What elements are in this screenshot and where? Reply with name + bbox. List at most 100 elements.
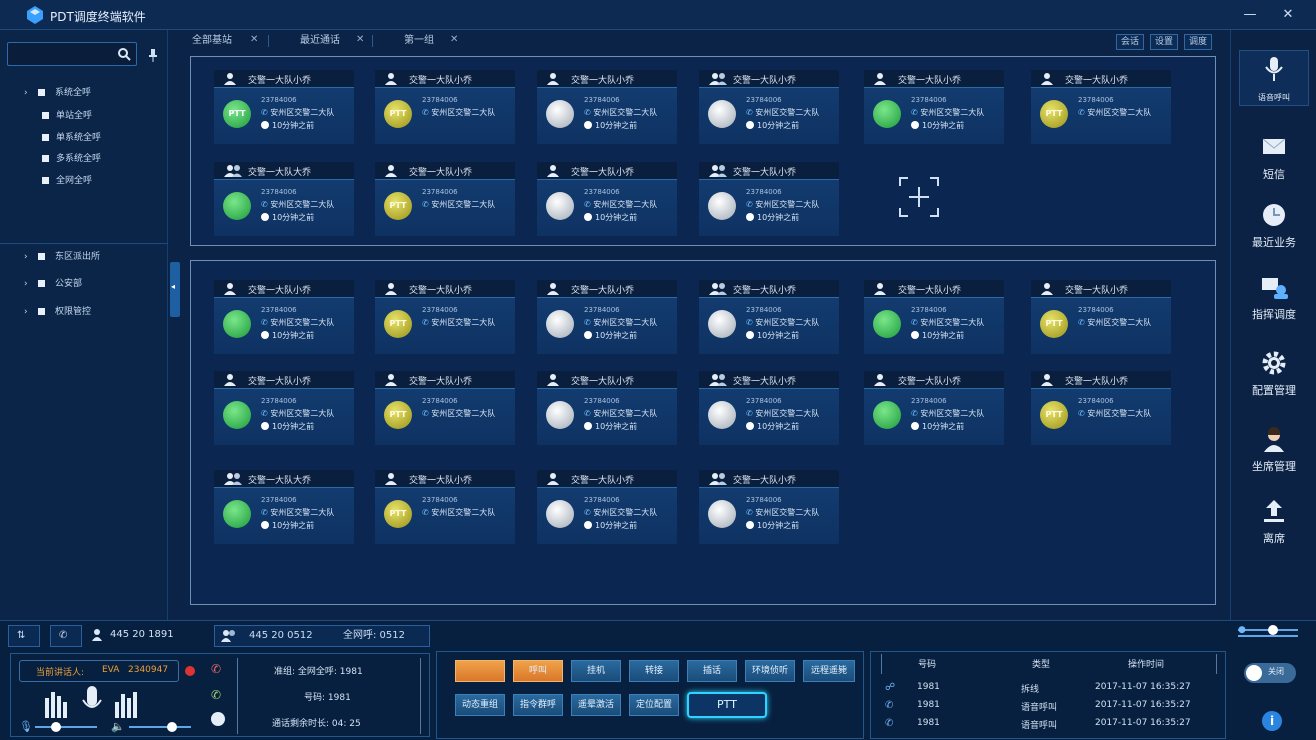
answer-icon[interactable]: ✆ [211, 688, 221, 702]
status-ball-icon[interactable] [873, 100, 901, 128]
member-card[interactable]: 交警一大队小乔 23784006 ✆ 安州区交警二大队 10分钟之前 [864, 70, 1004, 144]
hangup-icon[interactable]: ✆ [211, 662, 221, 676]
status-ball-icon[interactable]: PTT [384, 310, 412, 338]
command-group-call-button[interactable]: 指令群呼 [513, 694, 563, 716]
checkbox[interactable] [42, 112, 49, 119]
remote-kill-button[interactable]: 远程遥毙 [803, 660, 855, 682]
member-card[interactable]: 交警一大队大乔 23784006 ✆ 安州区交警二大队 10分钟之前 [214, 470, 354, 544]
member-card[interactable]: 交警一大队小乔 PTT 23784006 ✆ 安州区交警二大队 [1031, 70, 1171, 144]
member-card[interactable]: 交警一大队小乔 23784006 ✆ 安州区交警二大队 10分钟之前 [699, 162, 839, 236]
member-card[interactable]: 交警一大队小乔 23784006 ✆ 安州区交警二大队 10分钟之前 [537, 371, 677, 445]
settings-button[interactable]: 设置 [1150, 34, 1178, 50]
tab-all-stations[interactable]: 全部基站 [192, 32, 232, 50]
nav-leave-seat[interactable]: 离席 [1231, 496, 1316, 566]
close-icon[interactable]: ✕ [250, 34, 258, 45]
checkbox[interactable] [38, 89, 45, 96]
stun-activate-button[interactable]: 遥晕激活 [571, 694, 621, 716]
tree-group[interactable]: › 公安部 [0, 274, 168, 294]
tree-group[interactable]: › 东区派出所 [0, 247, 168, 267]
add-card-icon[interactable] [898, 176, 940, 218]
member-card[interactable]: 交警一大队小乔 23784006 ✆ 安州区交警二大队 10分钟之前 [537, 162, 677, 236]
status-ball-icon[interactable]: PTT [1040, 310, 1068, 338]
hangup-button[interactable]: 挂机 [571, 660, 621, 682]
status-ball-icon[interactable]: PTT [384, 192, 412, 220]
checkbox[interactable] [38, 308, 45, 315]
status-ball-icon[interactable] [546, 192, 574, 220]
checkbox[interactable] [42, 155, 49, 162]
pin-icon[interactable] [148, 48, 158, 62]
nav-sms[interactable]: 短信 [1231, 132, 1316, 202]
tree-group[interactable]: › 权限管控 [0, 302, 168, 322]
status-ball-icon[interactable]: PTT [384, 500, 412, 528]
member-card[interactable]: 交警一大队小乔 PTT 23784006 ✆ 安州区交警二大队 [375, 371, 515, 445]
nav-agent-management[interactable]: 坐席管理 [1231, 424, 1316, 494]
close-icon[interactable]: ✕ [450, 34, 458, 45]
status-ball-icon[interactable] [708, 500, 736, 528]
member-card[interactable]: 交警一大队小乔 23784006 ✆ 安州区交警二大队 10分钟之前 [537, 280, 677, 354]
nav-voice-call[interactable]: 语音呼叫 [1231, 54, 1316, 124]
checkbox[interactable] [42, 134, 49, 141]
tree-item[interactable]: 单系统全呼 [0, 128, 168, 148]
close-icon[interactable]: ✕ [356, 34, 364, 45]
status-ball-icon[interactable]: PTT [384, 401, 412, 429]
phone-button[interactable]: ✆ [50, 625, 82, 647]
member-card[interactable]: 交警一大队小乔 PTT 23784006 ✆ 安州区交警二大队 [375, 280, 515, 354]
tab-recent-calls[interactable]: 最近通话 [300, 32, 340, 50]
info-icon[interactable]: i [1262, 711, 1282, 731]
member-card[interactable]: 交警一大队小乔 23784006 ✆ 安州区交警二大队 10分钟之前 [699, 470, 839, 544]
member-card[interactable]: 交警一大队小乔 23784006 ✆ 安州区交警二大队 10分钟之前 [699, 371, 839, 445]
minimize-button[interactable]: — [1240, 6, 1260, 24]
barge-in-button[interactable]: 插话 [687, 660, 737, 682]
ptt-button[interactable]: PTT [687, 692, 767, 718]
nav-recent-business[interactable]: 最近业务 [1231, 200, 1316, 270]
nav-command-dispatch[interactable]: 指挥调度 [1231, 272, 1316, 342]
speaker-volume-slider[interactable] [129, 722, 191, 732]
close-button[interactable]: ✕ [1278, 6, 1298, 24]
member-card[interactable]: 交警一大队小乔 23784006 ✆ 安州区交警二大队 10分钟之前 [864, 371, 1004, 445]
dynamic-regroup-button[interactable]: 动态重组 [455, 694, 505, 716]
transfer-button[interactable]: 转接 [629, 660, 679, 682]
nav-config-management[interactable]: 配置管理 [1231, 348, 1316, 418]
volume-slider-1[interactable] [1238, 625, 1298, 635]
member-card[interactable]: 交警一大队小乔 PTT 23784006 ✆ 安州区交警二大队 [375, 162, 515, 236]
checkbox[interactable] [38, 280, 45, 287]
op-button-blank[interactable] [455, 660, 505, 682]
member-card[interactable]: 交警一大队小乔 PTT 23784006 ✆ 安州区交警二大队 10分钟之前 [214, 70, 354, 144]
status-ball-icon[interactable] [873, 310, 901, 338]
checkbox[interactable] [38, 253, 45, 260]
member-card[interactable]: 交警一大队小乔 PTT 23784006 ✆ 安州区交警二大队 [375, 470, 515, 544]
status-ball-icon[interactable]: PTT [384, 100, 412, 128]
member-card[interactable]: 交警一大队小乔 PTT 23784006 ✆ 安州区交警二大队 [375, 70, 515, 144]
tree-item[interactable]: 多系统全呼 [0, 149, 168, 169]
toggle-switch[interactable]: 关闭 [1244, 663, 1296, 683]
member-card[interactable]: 交警一大队小乔 23784006 ✆ 安州区交警二大队 10分钟之前 [214, 280, 354, 354]
checkbox[interactable] [42, 177, 49, 184]
session-button[interactable]: 会话 [1116, 34, 1144, 50]
tree-item[interactable]: 全网全呼 [0, 171, 168, 191]
member-card[interactable]: 交警一大队大乔 23784006 ✆ 安州区交警二大队 10分钟之前 [214, 162, 354, 236]
status-ball-icon[interactable]: PTT [1040, 401, 1068, 429]
mic-volume-slider[interactable] [35, 722, 97, 732]
tree-group-system-call[interactable]: › 系统全呼 [0, 83, 168, 103]
status-ball-icon[interactable]: PTT [223, 100, 251, 128]
search-icon[interactable] [117, 47, 131, 61]
status-ball-icon[interactable] [546, 100, 574, 128]
status-ball-icon[interactable] [708, 100, 736, 128]
status-ball-icon[interactable] [223, 192, 251, 220]
volume-slider-2[interactable] [1238, 635, 1298, 637]
member-card[interactable]: 交警一大队小乔 23784006 ✆ 安州区交警二大队 10分钟之前 [864, 280, 1004, 354]
dispatch-button[interactable]: 调度 [1184, 34, 1212, 50]
call-button[interactable]: 呼叫 [513, 660, 563, 682]
member-card[interactable]: 交警一大队小乔 23784006 ✆ 安州区交警二大队 10分钟之前 [537, 470, 677, 544]
status-ball-icon[interactable] [546, 401, 574, 429]
status-ball-icon[interactable] [546, 310, 574, 338]
ambient-listen-button[interactable]: 环境侦听 [745, 660, 795, 682]
status-ball-icon[interactable] [223, 401, 251, 429]
status-ball-icon[interactable] [708, 401, 736, 429]
location-config-button[interactable]: 定位配置 [629, 694, 679, 716]
swap-button[interactable]: ⇅ [8, 625, 40, 647]
tab-group-1[interactable]: 第一组 [404, 32, 434, 50]
member-card[interactable]: 交警一大队小乔 23784006 ✆ 安州区交警二大队 10分钟之前 [699, 280, 839, 354]
status-ball-icon[interactable]: PTT [1040, 100, 1068, 128]
search-box[interactable] [7, 42, 137, 66]
